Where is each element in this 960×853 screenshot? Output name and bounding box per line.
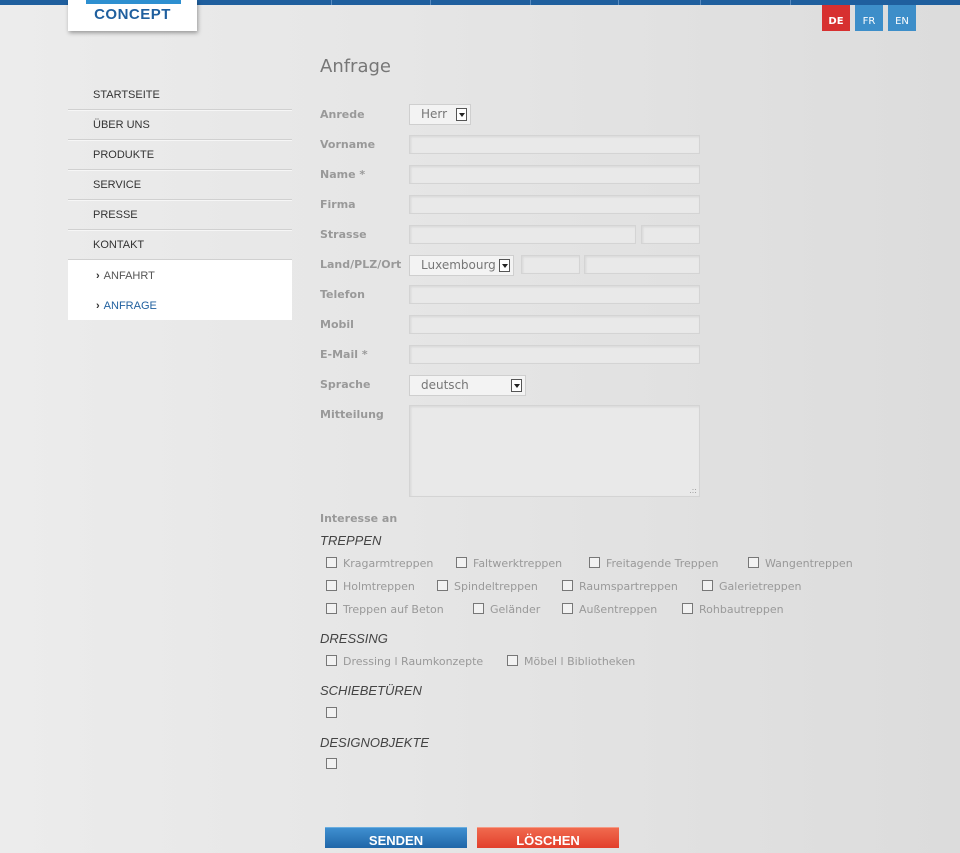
- name-input[interactable]: [409, 165, 700, 184]
- checkbox-icon: [326, 603, 337, 614]
- ort-input[interactable]: [584, 255, 700, 274]
- firma-input[interactable]: [409, 195, 700, 214]
- checkbox-rohbautreppen[interactable]: Rohbautreppen: [682, 603, 784, 616]
- checkbox-schiebeturen[interactable]: [326, 707, 343, 720]
- checkbox-icon: [326, 758, 337, 769]
- checkbox-icon: [562, 603, 573, 614]
- anrede-select[interactable]: Herr: [409, 104, 471, 125]
- interests-heading: Interesse an: [320, 512, 398, 525]
- logo[interactable]: CONCEPT: [68, 0, 197, 31]
- plz-input[interactable]: [521, 255, 580, 274]
- checkbox-icon: [326, 707, 337, 718]
- checkbox-icon: [702, 580, 713, 591]
- label-telefon: Telefon: [320, 288, 365, 301]
- checkbox-icon: [326, 655, 337, 666]
- clear-button[interactable]: LÖSCHEN: [477, 827, 619, 848]
- strasse-input[interactable]: [409, 225, 636, 244]
- mitteilung-textarea[interactable]: .::: [409, 405, 700, 497]
- checkbox-treppen-auf-beton[interactable]: Treppen auf Beton: [326, 603, 444, 616]
- chevron-down-icon: [511, 379, 522, 392]
- checkbox-wangentreppen[interactable]: Wangentreppen: [748, 557, 853, 570]
- checkbox-aussentreppen[interactable]: Außentreppen: [562, 603, 657, 616]
- checkbox-kragarmtreppen[interactable]: Kragarmtreppen: [326, 557, 433, 570]
- checkbox-faltwerktreppen[interactable]: Faltwerktreppen: [456, 557, 562, 570]
- label-firma: Firma: [320, 198, 356, 211]
- label-anrede: Anrede: [320, 108, 365, 121]
- label-mobil: Mobil: [320, 318, 354, 331]
- section-dressing: DRESSING: [320, 631, 388, 646]
- email-input[interactable]: [409, 345, 700, 364]
- label-mitteilung: Mitteilung: [320, 408, 384, 421]
- section-designobjekte: DESIGNOBJEKTE: [320, 735, 430, 750]
- nav-item-ueber-uns[interactable]: ÜBER UNS: [68, 110, 292, 140]
- sidebar-nav: STARTSEITE ÜBER UNS PRODUKTE SERVICE PRE…: [68, 80, 292, 320]
- nav-item-startseite[interactable]: STARTSEITE: [68, 80, 292, 110]
- hausnummer-input[interactable]: [641, 225, 700, 244]
- checkbox-freitagende-treppen[interactable]: Freitagende Treppen: [589, 557, 719, 570]
- mobil-input[interactable]: [409, 315, 700, 334]
- land-select[interactable]: Luxembourg: [409, 255, 514, 276]
- checkbox-icon: [473, 603, 484, 614]
- checkbox-icon: [326, 557, 337, 568]
- resize-grip-icon[interactable]: .::: [689, 487, 697, 495]
- checkbox-icon: [326, 580, 337, 591]
- checkbox-moebel-bibliotheken[interactable]: Möbel l Bibliotheken: [507, 655, 635, 668]
- nav-subitem-anfrage[interactable]: › ANFRAGE: [68, 290, 292, 320]
- checkbox-galerietreppen[interactable]: Galerietreppen: [702, 580, 802, 593]
- checkbox-spindeltreppen[interactable]: Spindeltreppen: [437, 580, 538, 593]
- chevron-down-icon: [499, 259, 510, 272]
- page-title: Anfrage: [320, 56, 391, 77]
- nav-item-presse[interactable]: PRESSE: [68, 200, 292, 230]
- label-sprache: Sprache: [320, 378, 371, 391]
- vorname-input[interactable]: [409, 135, 700, 154]
- section-treppen: TREPPEN: [320, 533, 382, 548]
- nav-item-produkte[interactable]: PRODUKTE: [68, 140, 292, 170]
- checkbox-icon: [562, 580, 573, 591]
- section-schiebeturen: SCHIEBETÜREN: [320, 683, 422, 698]
- checkbox-icon: [456, 557, 467, 568]
- checkbox-dressing-raumkonzepte[interactable]: Dressing l Raumkonzepte: [326, 655, 483, 668]
- label-land: Land/PLZ/Ort: [320, 258, 402, 271]
- label-strasse: Strasse: [320, 228, 367, 241]
- chevron-right-icon: ›: [96, 300, 100, 312]
- checkbox-icon: [507, 655, 518, 666]
- checkbox-icon: [437, 580, 448, 591]
- nav-subitem-anfahrt[interactable]: › ANFAHRT: [68, 260, 292, 290]
- checkbox-icon: [682, 603, 693, 614]
- nav-item-kontakt[interactable]: KONTAKT: [68, 230, 292, 260]
- nav-item-service[interactable]: SERVICE: [68, 170, 292, 200]
- telefon-input[interactable]: [409, 285, 700, 304]
- checkbox-raumspartreppen[interactable]: Raumspartreppen: [562, 580, 678, 593]
- checkbox-icon: [748, 557, 759, 568]
- checkbox-icon: [589, 557, 600, 568]
- sprache-select[interactable]: deutsch: [409, 375, 526, 396]
- lang-en[interactable]: EN: [888, 5, 916, 31]
- checkbox-designobjekte[interactable]: [326, 758, 343, 771]
- label-vorname: Vorname: [320, 138, 376, 151]
- checkbox-gelaender[interactable]: Geländer: [473, 603, 540, 616]
- chevron-right-icon: ›: [96, 270, 100, 282]
- lang-de[interactable]: DE: [822, 5, 850, 31]
- checkbox-holmtreppen[interactable]: Holmtreppen: [326, 580, 415, 593]
- logo-text: CONCEPT: [94, 6, 171, 23]
- chevron-down-icon: [456, 108, 467, 121]
- nav-submenu: › ANFAHRT › ANFRAGE: [68, 260, 292, 320]
- send-button[interactable]: SENDEN: [325, 827, 467, 848]
- lang-fr[interactable]: FR: [855, 5, 883, 31]
- label-email: E-Mail *: [320, 348, 368, 361]
- label-name: Name *: [320, 168, 366, 181]
